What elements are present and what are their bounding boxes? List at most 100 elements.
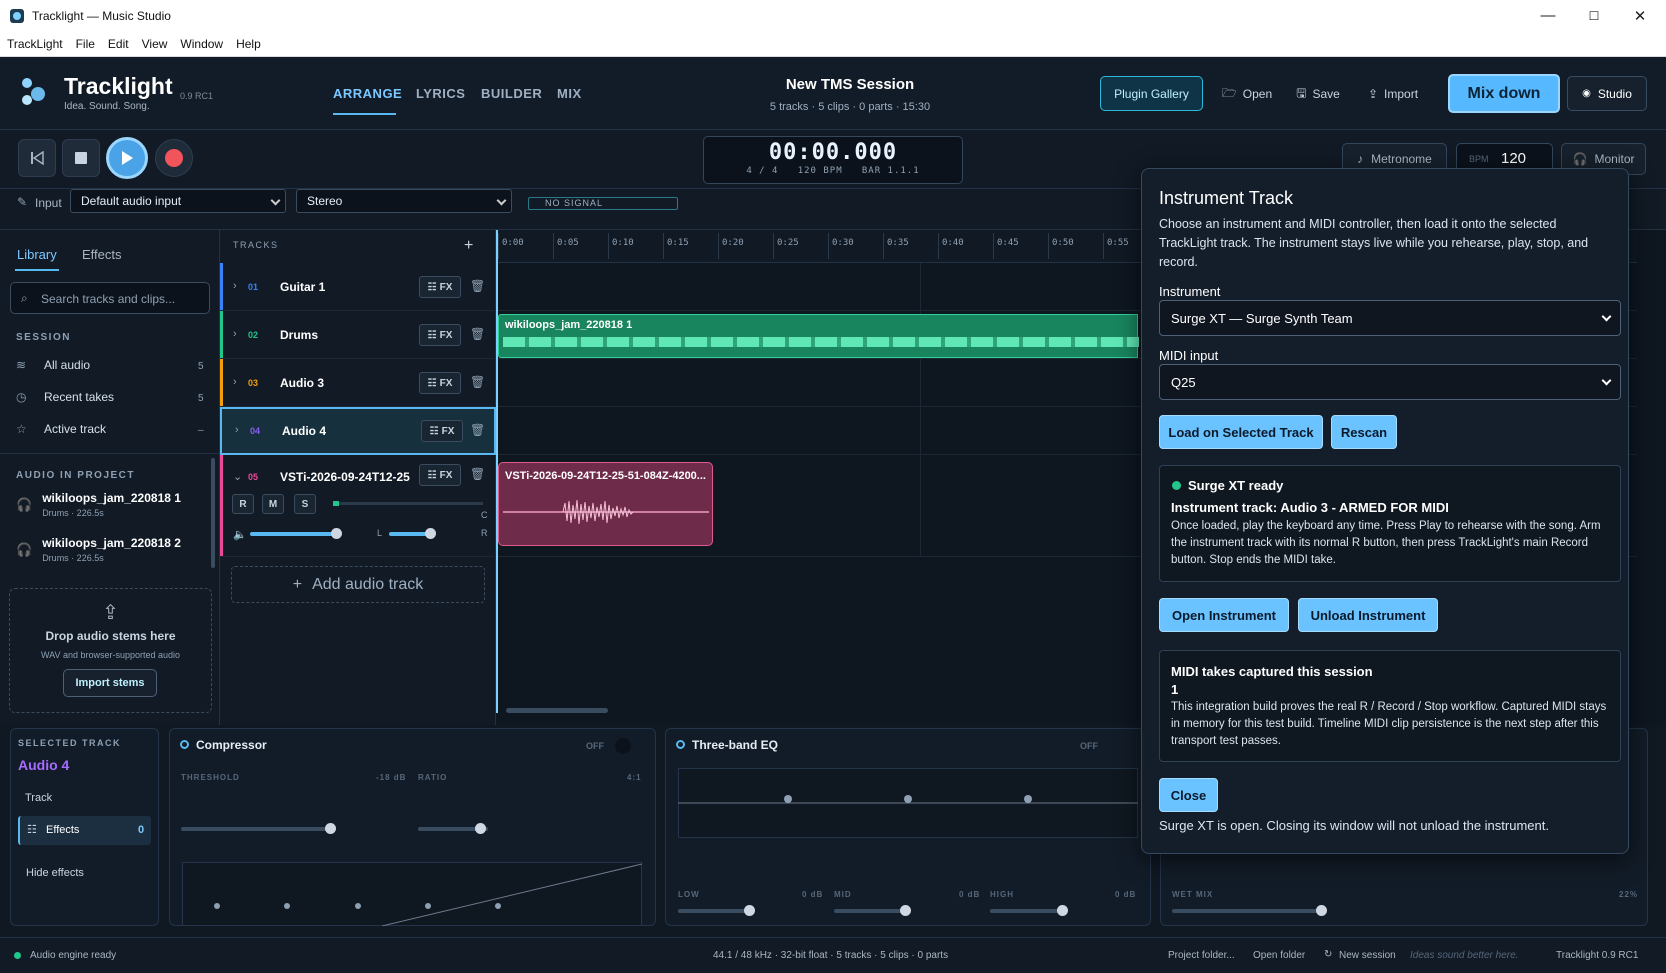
input-device-select[interactable]: Default audio input <box>70 189 286 213</box>
power-icon[interactable] <box>676 740 685 749</box>
sidebar-scrollbar[interactable] <box>211 458 215 568</box>
effects-tab[interactable]: ☷ Effects 0 <box>18 816 151 845</box>
open-button[interactable]: 🗁 Open <box>1218 80 1276 108</box>
minimize-button[interactable]: — <box>1525 0 1571 31</box>
solo-button[interactable]: S <box>294 494 316 514</box>
close-dialog-button[interactable]: Close <box>1159 778 1218 812</box>
import-stems-button[interactable]: Import stems <box>63 669 157 697</box>
track-fx-button[interactable]: ☷ FX <box>421 420 463 442</box>
record-arm-button[interactable]: R <box>232 494 254 514</box>
instrument-select[interactable]: Surge XT — Surge Synth Team <box>1159 300 1621 336</box>
load-on-selected-track-button[interactable]: Load on Selected Track <box>1159 415 1323 449</box>
menu-tracklight[interactable]: TrackLight <box>7 37 63 51</box>
midi-clip[interactable]: VSTi-2026-09-24T12-25-51-084Z-4200... <box>498 462 713 546</box>
audio-clip[interactable]: wikiloops_jam_220818 1 <box>498 314 1139 358</box>
save-button[interactable]: 🖫 Save <box>1292 80 1344 108</box>
record-button[interactable] <box>155 139 193 177</box>
tab-builder[interactable]: BUILDER <box>481 86 542 101</box>
track-fx-button[interactable]: ☷ FX <box>419 276 461 298</box>
track-row[interactable]: › 01 Guitar 1 ☷ FX 🗑 <box>220 263 496 311</box>
track-row[interactable]: › 02 Drums ☷ FX 🗑 <box>220 311 496 359</box>
ruler-tick <box>773 233 774 259</box>
track-fx-button[interactable]: ☷ FX <box>419 464 461 486</box>
close-window-button[interactable]: ✕ <box>1617 0 1663 31</box>
trash-icon[interactable]: 🗑 <box>470 279 485 293</box>
track-row-selected[interactable]: › 04 Audio 4 ☷ FX 🗑 <box>220 407 496 455</box>
wet-mix-slider-thumb[interactable] <box>1316 905 1327 916</box>
playhead[interactable] <box>496 230 498 713</box>
chevron-down-icon[interactable]: ⌄ <box>233 470 242 483</box>
add-track-icon[interactable]: + <box>464 237 473 255</box>
studio-button[interactable]: ◉ Studio <box>1567 76 1647 111</box>
import-button[interactable]: ⇪ Import <box>1362 80 1424 108</box>
chevron-right-icon[interactable]: › <box>233 280 237 292</box>
selected-track-tab[interactable]: Track <box>25 792 52 804</box>
rewind-button[interactable] <box>18 139 56 177</box>
project-folder-button[interactable]: Project folder... <box>1168 950 1235 961</box>
eq-low-slider-thumb[interactable] <box>744 905 755 916</box>
volume-slider-thumb[interactable] <box>331 528 342 539</box>
eq-high-slider[interactable] <box>990 909 1065 913</box>
save-label: Save <box>1312 87 1340 101</box>
menu-view[interactable]: View <box>142 37 168 51</box>
trash-icon[interactable]: 🗑 <box>470 375 485 389</box>
volume-slider[interactable] <box>250 532 338 536</box>
sidebar-item-recent-takes[interactable]: ◷ Recent takes <box>16 390 114 404</box>
threshold-slider-thumb[interactable] <box>325 823 336 834</box>
track-fx-button[interactable]: ☷ FX <box>419 324 461 346</box>
chevron-right-icon[interactable]: › <box>233 328 237 340</box>
clock-icon: ◷ <box>16 390 27 404</box>
sidebar-item-active-track[interactable]: ☆ Active track <box>16 422 106 436</box>
eq-mid-slider[interactable] <box>834 909 909 913</box>
hide-effects-button[interactable]: Hide effects <box>26 867 84 879</box>
pan-slider-thumb[interactable] <box>425 528 436 539</box>
trash-icon[interactable]: 🗑 <box>470 423 485 437</box>
play-button[interactable] <box>106 137 148 179</box>
menu-window[interactable]: Window <box>180 37 223 51</box>
track-fx-button[interactable]: ☷ FX <box>419 372 461 394</box>
add-audio-track-button[interactable]: + Add audio track <box>231 566 485 603</box>
audio-item[interactable]: 🎧 wikiloops_jam_220818 2 Drums · 226.5s <box>16 536 181 563</box>
plugin-gallery-button[interactable]: Plugin Gallery <box>1100 76 1203 111</box>
rescan-button[interactable]: Rescan <box>1331 415 1397 449</box>
wet-mix-slider[interactable] <box>1172 909 1322 913</box>
mixdown-button[interactable]: Mix down <box>1448 74 1560 113</box>
sidebar-tab-effects[interactable]: Effects <box>82 247 122 262</box>
chevron-right-icon[interactable]: › <box>235 424 239 436</box>
unload-instrument-button[interactable]: Unload Instrument <box>1298 598 1438 632</box>
chevron-right-icon[interactable]: › <box>233 376 237 388</box>
mute-button[interactable]: M <box>262 494 284 514</box>
search-input[interactable]: ⌕ Search tracks and clips... <box>10 282 210 314</box>
compressor-toggle[interactable] <box>615 738 631 754</box>
sliders-icon: ☷ <box>429 425 439 437</box>
ratio-slider-thumb[interactable] <box>475 823 486 834</box>
trash-icon[interactable]: 🗑 <box>470 327 485 341</box>
menu-edit[interactable]: Edit <box>108 37 129 51</box>
track-row[interactable]: › 03 Audio 3 ☷ FX 🗑 <box>220 359 496 407</box>
midi-input-select[interactable]: Q25 <box>1159 364 1621 400</box>
eq-high-slider-thumb[interactable] <box>1057 905 1068 916</box>
threshold-slider[interactable] <box>181 827 331 831</box>
stop-button[interactable] <box>62 139 100 177</box>
sidebar-item-all-audio[interactable]: ≋ All audio <box>16 358 90 372</box>
maximize-button[interactable]: ☐ <box>1571 0 1617 31</box>
tab-arrange[interactable]: ARRANGE <box>333 86 402 101</box>
trash-icon[interactable]: 🗑 <box>470 467 485 481</box>
open-instrument-button[interactable]: Open Instrument <box>1159 598 1289 632</box>
open-folder-button[interactable]: Open folder <box>1253 950 1305 961</box>
track-name: Audio 4 <box>282 424 326 438</box>
ruler-label: 0:05 <box>557 238 579 248</box>
sidebar-tab-library[interactable]: Library <box>17 247 57 262</box>
tab-mix[interactable]: MIX <box>557 86 582 101</box>
eq-mid-slider-thumb[interactable] <box>900 905 911 916</box>
new-session-button[interactable]: New session <box>1339 950 1396 961</box>
tab-lyrics[interactable]: LYRICS <box>416 86 465 101</box>
menu-help[interactable]: Help <box>236 37 261 51</box>
input-channels-select[interactable]: Stereo <box>296 189 512 213</box>
ruler-tick <box>1048 233 1049 259</box>
timeline-scrollbar[interactable] <box>506 708 608 713</box>
power-icon[interactable] <box>180 740 189 749</box>
menu-file[interactable]: File <box>76 37 95 51</box>
eq-low-slider[interactable] <box>678 909 753 913</box>
audio-item[interactable]: 🎧 wikiloops_jam_220818 1 Drums · 226.5s <box>16 491 181 518</box>
